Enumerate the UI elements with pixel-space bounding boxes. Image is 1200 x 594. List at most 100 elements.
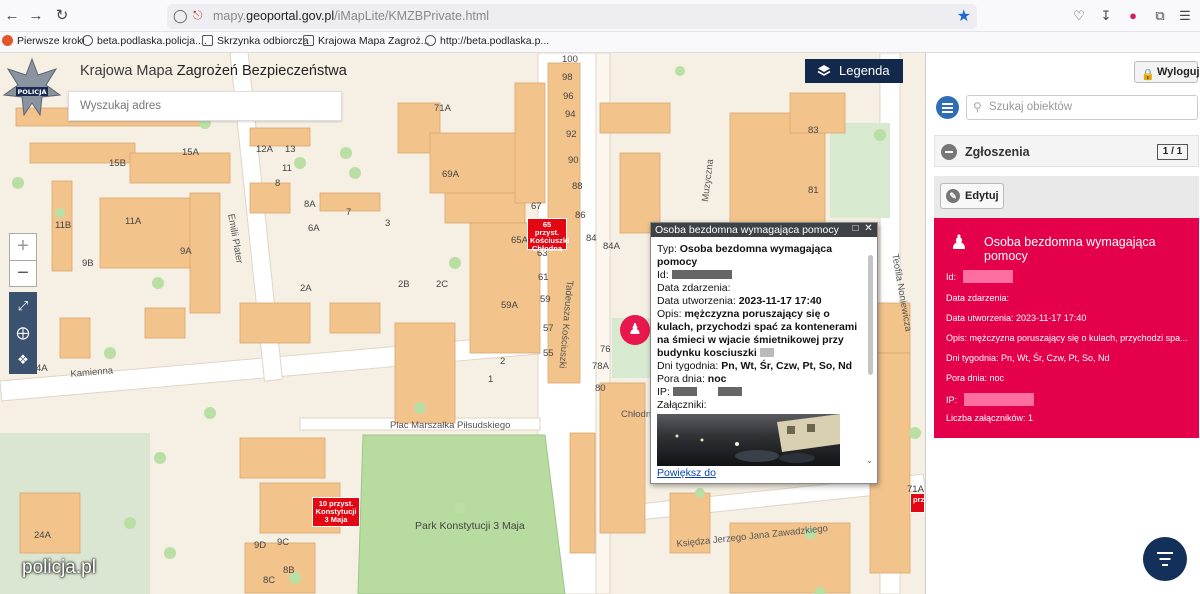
bookmark-item[interactable]: Skrzynka odbiorcza (202, 35, 309, 47)
reports-counter: 1 / 1 (1157, 144, 1188, 160)
map-label: 88 (572, 181, 583, 192)
map-label: 3 (385, 218, 391, 229)
report-description: Opis: mężczyzna poruszający się o kulach… (946, 333, 1188, 343)
map-label: 9C (277, 537, 290, 548)
object-search-input[interactable]: ⚲ Szukaj obiektów (966, 95, 1198, 120)
legend-button[interactable]: Legenda (805, 59, 903, 83)
popup-type: Typ: Osoba bezdomna wymagająca pomocy (657, 243, 833, 268)
map-label: 2 (500, 356, 506, 367)
map-label: 57 (543, 323, 554, 334)
bus-stop-flag[interactable]: przy... (910, 493, 925, 513)
menu-icon[interactable]: ☰ (1176, 7, 1194, 25)
bookmarks-bar: Pierwsze kroki beta.podlaska.policja....… (0, 32, 1200, 53)
watermark: policja.pl (22, 557, 96, 578)
map-label: 8B (283, 565, 295, 576)
popup-title: Osoba bezdomna wymagająca pomocy (655, 224, 839, 236)
report-id: Id: (946, 270, 1013, 283)
redacted-block (963, 393, 1034, 406)
report-title: Osoba bezdomna wymagająca pomocy (984, 235, 1156, 263)
map-label: 69A (442, 169, 459, 180)
map-icon (303, 35, 314, 46)
map-label: 11A (125, 216, 142, 227)
report-event-date: Data zdarzenia: (946, 293, 1010, 303)
reports-header[interactable]: Zgłoszenia 1 / 1 (934, 135, 1199, 167)
enlarge-link[interactable]: Powiększ do (657, 467, 716, 479)
back-icon[interactable]: ← (2, 6, 22, 26)
map-label: 55 (543, 348, 554, 359)
person-icon: ♟ (950, 232, 968, 254)
map-label: 78A (592, 361, 609, 372)
map-label: 71A (434, 103, 451, 114)
pencil-icon: ✎ (946, 189, 960, 203)
shield-icon[interactable]: ◯ (173, 8, 188, 24)
map-label: 9A (180, 246, 192, 257)
close-icon[interactable]: ✕ (863, 224, 874, 235)
popup-header: Osoba bezdomna wymagająca pomocy □ ✕ (651, 223, 877, 237)
locate-icon[interactable]: ⨁ (9, 319, 37, 346)
map-label: 83 (808, 125, 819, 136)
popup-body: Typ: Osoba bezdomna wymagająca pomocy Id… (657, 243, 862, 466)
extension-icon[interactable]: ● (1124, 7, 1142, 25)
zoom-out-button[interactable]: − (10, 260, 36, 286)
incident-marker[interactable]: ♟ (620, 315, 650, 345)
scroll-down-icon[interactable]: ⌄ (866, 456, 873, 465)
report-card[interactable]: ♟ Osoba bezdomna wymagająca pomocy Id: D… (934, 218, 1199, 438)
extensions-puzzle-icon[interactable]: ⧉ (1151, 7, 1169, 25)
globe-icon (82, 35, 93, 46)
address-bar[interactable]: ◯ ⎋ mapy.geoportal.gov.pl/iMapLite/KMZBP… (167, 4, 977, 29)
reload-icon[interactable]: ↻ (52, 6, 72, 26)
popup-ip: IP: (657, 386, 862, 399)
redacted-block (672, 387, 697, 396)
bookmark-star-icon[interactable]: ★ (957, 6, 971, 26)
layers-icon (817, 65, 831, 76)
map-label: 24A (34, 530, 51, 541)
firefox-icon (2, 35, 13, 46)
map-label: 86 (575, 210, 586, 221)
popup-scrollbar[interactable]: ⌄ (866, 243, 875, 465)
map-label: 12A (256, 144, 273, 155)
app-title: Krajowa Mapa Zagrożeń Bezpieczeństwa (80, 63, 347, 79)
bus-stop-flag[interactable]: 10 przyst. Konstytucji 3 Maja (312, 497, 360, 527)
bookmark-item[interactable]: beta.podlaska.policja.... (82, 35, 207, 47)
filter-button[interactable] (1143, 537, 1187, 581)
popup-attachments: Załączniki: (657, 399, 707, 411)
forward-icon[interactable]: → (26, 6, 46, 26)
report-ip: IP: (946, 393, 1034, 406)
bus-stop-flag[interactable]: 65 przyst. Kościuszki Chłodna (527, 218, 569, 253)
attachment-thumbnail[interactable] (657, 414, 840, 466)
download-icon[interactable]: ↧ (1097, 7, 1115, 25)
tag-icon[interactable]: ❖ (9, 346, 37, 373)
insecure-lock-icon[interactable]: ⎋ (193, 8, 203, 23)
map-label: 94 (565, 109, 576, 120)
bookmark-item[interactable]: Krajowa Mapa Zagroż... (303, 35, 429, 47)
map-label: 8A (304, 199, 316, 210)
report-days: Dni tygodnia: Pn, Wt, Śr, Czw, Pt, So, N… (946, 353, 1110, 363)
edit-button[interactable]: ✎ Edytuj (940, 183, 1004, 209)
zoom-control: + − (9, 233, 37, 287)
collapse-icon[interactable] (941, 144, 957, 160)
bookmark-item[interactable]: http://beta.podlaska.p... (425, 35, 549, 47)
redacted-block (962, 270, 1013, 283)
maximize-icon[interactable]: □ (850, 224, 861, 235)
redacted-block (717, 387, 742, 396)
map-label: 96 (563, 91, 574, 102)
address-search-input[interactable] (68, 91, 342, 121)
search-icon: ⚲ (973, 100, 982, 114)
url-text[interactable]: mapy.geoportal.gov.pl/iMapLite/KMZBPriva… (213, 9, 489, 23)
police-logo: POLICJA (2, 57, 62, 119)
zoom-in-button[interactable]: + (10, 234, 36, 260)
map-label: 13 (285, 144, 296, 155)
edit-toolbar: ✎ Edytuj (934, 176, 1199, 218)
bookmark-item[interactable]: Pierwsze kroki (2, 35, 85, 47)
pocket-icon[interactable]: ♡ (1070, 7, 1088, 25)
map-label: 84A (603, 241, 620, 252)
map-label: 84 (586, 233, 597, 244)
filter-icon (1157, 552, 1173, 554)
logout-button[interactable]: 🔒 Wyloguj (1134, 61, 1200, 83)
street-label: Plac Marszałka Piłsudskiego (390, 420, 511, 431)
lock-icon: 🔒 (1141, 69, 1155, 81)
list-menu-button[interactable] (936, 96, 959, 119)
map-label: 11 (282, 163, 292, 174)
globe-icon (425, 35, 436, 46)
fullscreen-icon[interactable]: ⤢ (9, 292, 37, 319)
